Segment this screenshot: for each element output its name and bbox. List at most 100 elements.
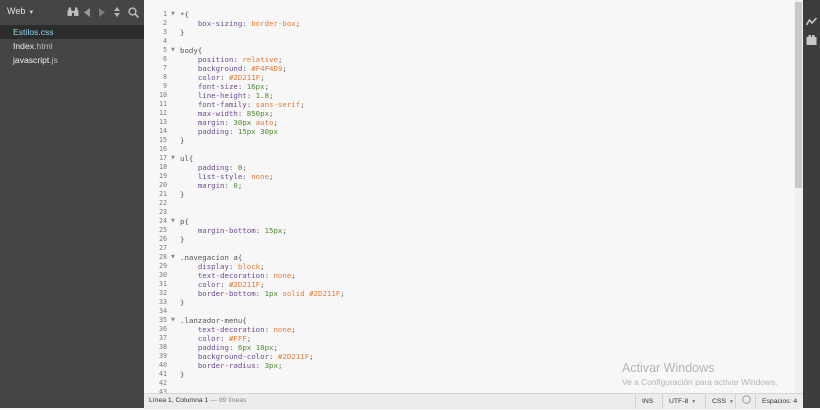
line-number: 2 — [162, 19, 167, 27]
code-line[interactable]: .lanzador-menu{ — [180, 316, 247, 325]
line-number: 15 — [158, 136, 167, 144]
fold-arrow-icon[interactable]: ▼ — [171, 316, 175, 325]
code-line[interactable]: background: #F4F4D9; — [180, 64, 287, 73]
cursor-position[interactable]: Línea 1, Columna 1 — 89 líneas — [149, 397, 247, 404]
file-item-estilos[interactable]: Estilos.css — [0, 25, 144, 39]
sort-icon[interactable] — [113, 5, 121, 19]
fold-arrow-icon[interactable]: ▼ — [171, 154, 175, 163]
code-property: border-bottom — [197, 289, 256, 298]
encoding-select[interactable]: UTF-8 ▼ — [662, 394, 705, 409]
code-line[interactable]: color: #2D211F; — [180, 280, 265, 289]
code-editor[interactable]: 1 ▼ 2 3 4 5 ▼ 6 7 8 9 10 11 12 13 14 15 16 17 ▼ 18 19 20 21 22 23… — [144, 0, 794, 393]
code-line[interactable]: margin: 30px auto; — [180, 118, 278, 127]
live-preview-icon[interactable] — [805, 12, 818, 26]
code-line[interactable]: p{ — [180, 217, 189, 226]
language-select[interactable]: CSS ▼ — [705, 394, 736, 409]
code-line[interactable]: position: relative; — [180, 55, 283, 64]
code-colon: : — [220, 73, 229, 82]
lint-status[interactable] — [735, 394, 754, 409]
line-number: 12 — [158, 109, 167, 117]
code-selector: *{ — [180, 10, 189, 19]
code-selector: .lanzador-menu{ — [180, 316, 247, 325]
fold-arrow-icon[interactable]: ▼ — [171, 217, 175, 226]
search-icon[interactable] — [127, 5, 139, 19]
code-line[interactable]: *{ — [180, 10, 189, 19]
right-toolbar — [803, 0, 820, 408]
code-line[interactable]: } — [180, 190, 184, 199]
arrow-left-icon[interactable] — [83, 5, 91, 19]
binoculars-icon[interactable] — [67, 5, 79, 19]
code-line[interactable]: margin: 0; — [180, 181, 243, 190]
line-number: 5 — [162, 46, 167, 54]
fold-arrow-icon[interactable]: ▼ — [171, 253, 175, 262]
code-line[interactable]: color: #FFF; — [180, 334, 251, 343]
code-colon: : — [255, 361, 265, 370]
project-dropdown[interactable]: Web ▼ — [7, 6, 34, 16]
code-property: background-color — [197, 352, 270, 361]
code-line[interactable]: text-decoration: none; — [180, 271, 296, 280]
file-name: Index — [13, 41, 35, 51]
extension-manager-icon[interactable] — [806, 30, 817, 45]
code-line[interactable]: margin-bottom: 15px; — [180, 226, 287, 235]
fold-arrow-icon[interactable]: ▼ — [171, 46, 175, 55]
code-line[interactable]: } — [180, 235, 184, 244]
code-line[interactable]: } — [180, 136, 184, 145]
code-line[interactable]: body{ — [180, 46, 202, 55]
code-line[interactable]: padding: 0; — [180, 163, 247, 172]
file-item-javascript[interactable]: javascript.js — [0, 53, 144, 67]
line-number: 29 — [158, 262, 167, 270]
code-line[interactable]: background-color: #2D211F; — [180, 352, 314, 361]
code-colon: : — [269, 352, 278, 361]
code-line[interactable]: ul{ — [180, 154, 193, 163]
code-line[interactable]: display: block; — [180, 262, 265, 271]
code-line[interactable]: color: #2D211F; — [180, 73, 265, 82]
insert-mode-toggle[interactable]: INS — [635, 394, 662, 409]
code-line[interactable]: padding: 6px 10px; — [180, 343, 278, 352]
code-token: #2D211F — [277, 352, 310, 361]
code-line[interactable]: border-bottom: 1px solid #2D211F; — [180, 289, 345, 298]
code-token: 6px — [237, 343, 252, 352]
line-number: 42 — [158, 379, 167, 387]
code-colon: : — [242, 19, 252, 28]
code-line[interactable]: .navegacion a{ — [180, 253, 242, 262]
code-token: relative — [242, 55, 278, 64]
code-line[interactable]: font-family: sans-serif; — [180, 100, 305, 109]
status-bar: Línea 1, Columna 1 — 89 líneas INS UTF-8… — [144, 393, 803, 409]
code-line[interactable]: line-height: 1.8; — [180, 91, 274, 100]
line-number: 33 — [158, 298, 167, 306]
code-property: list-style — [197, 172, 243, 181]
activate-windows-subtitle: Ve a Configuración para activar Windows. — [622, 377, 778, 387]
code-token: 30px — [260, 127, 278, 136]
code-line[interactable]: border-radius: 3px; — [180, 361, 283, 370]
code-semicolon: ; — [291, 271, 296, 280]
code-line[interactable]: } — [180, 370, 184, 379]
code-line[interactable]: text-decoration: none; — [180, 325, 296, 334]
code-line[interactable]: list-style: none; — [180, 172, 274, 181]
vertical-scrollbar[interactable] — [794, 0, 803, 393]
code-line[interactable]: } — [180, 28, 184, 37]
code-line[interactable]: max-width: 850px; — [180, 109, 274, 118]
code-property: font-family — [197, 100, 247, 109]
code-token: block — [237, 262, 261, 271]
code-semicolon: ; — [264, 82, 270, 91]
code-line[interactable]: box-sizing: border-box; — [180, 19, 300, 28]
file-item-index[interactable]: Index.html — [0, 39, 144, 53]
arrow-right-icon[interactable] — [98, 5, 106, 19]
code-line[interactable]: font-size: 16px; — [180, 82, 269, 91]
code-colon: : — [220, 334, 229, 343]
scrollbar-thumb[interactable] — [795, 2, 802, 188]
language-label: CSS — [712, 398, 726, 405]
fold-arrow-icon[interactable]: ▼ — [171, 10, 175, 19]
code-line[interactable]: padding: 15px 30px — [180, 127, 278, 136]
code-semicolon: ; — [282, 64, 287, 73]
indent-setting[interactable]: Espacios: 4 — [755, 394, 802, 409]
code-line[interactable]: } — [180, 298, 184, 307]
line-number: 25 — [158, 226, 167, 234]
line-number: 8 — [162, 73, 167, 81]
